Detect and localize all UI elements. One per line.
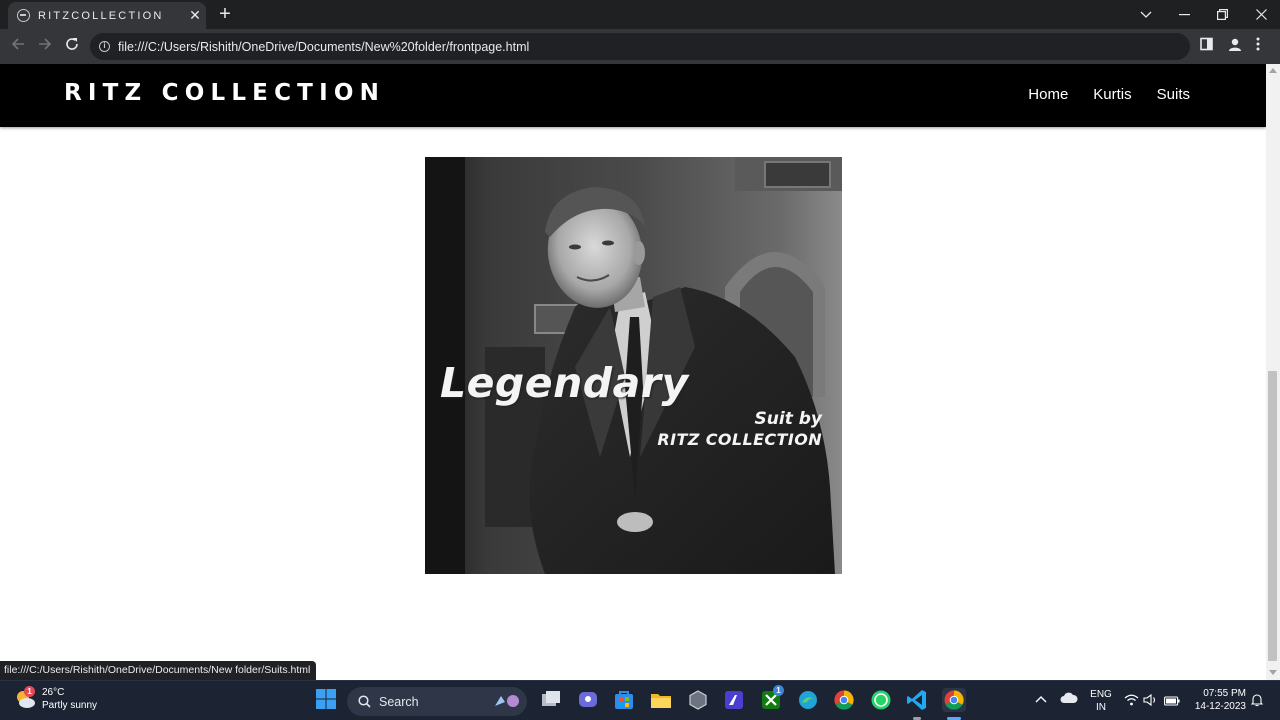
weather-temp: 26°C xyxy=(42,687,65,698)
site-header: RITZ COLLECTION Home Kurtis Suits xyxy=(0,64,1266,127)
start-windows-icon[interactable] xyxy=(315,688,339,712)
hero-title: Legendary xyxy=(440,359,689,407)
search-highlight-icon xyxy=(495,695,519,707)
wifi-icon[interactable] xyxy=(1124,693,1140,707)
edge-icon[interactable] xyxy=(796,688,820,712)
vscode-icon[interactable] xyxy=(905,688,929,712)
profile-icon[interactable] xyxy=(1227,37,1245,55)
minimize-button[interactable] xyxy=(1165,0,1203,29)
taskbar-clock[interactable]: 07:55 PM 14-12-2023 xyxy=(1190,687,1246,713)
close-window-button[interactable] xyxy=(1242,0,1280,29)
windows-taskbar: 1 26°C Partly sunny Search 1 ENG IN 07:5… xyxy=(0,680,1280,720)
browser-toolbar: i file:///C:/Users/Rishith/OneDrive/Docu… xyxy=(0,29,1280,64)
file-explorer-icon[interactable] xyxy=(649,688,673,712)
browser-tab-bar: RITZCOLLECTION ✕ + xyxy=(0,0,1280,29)
nav-link-kurtis[interactable]: Kurtis xyxy=(1093,86,1131,103)
onedrive-cloud-icon[interactable] xyxy=(1060,691,1078,707)
nav-link-home[interactable]: Home xyxy=(1028,86,1068,103)
scroll-up-arrow-icon[interactable] xyxy=(1269,68,1277,73)
xbox-badge: 1 xyxy=(773,685,784,696)
app-pen-icon[interactable] xyxy=(722,688,746,712)
weather-badge: 1 xyxy=(24,686,35,697)
tab-close-icon[interactable]: ✕ xyxy=(184,7,206,24)
chrome-active-icon[interactable] xyxy=(942,688,966,712)
restore-button[interactable] xyxy=(1203,0,1241,29)
site-brand[interactable]: RITZ COLLECTION xyxy=(64,80,385,106)
scroll-down-arrow-icon[interactable] xyxy=(1269,670,1277,675)
link-status-bubble: file:///C:/Users/Rishith/OneDrive/Docume… xyxy=(0,661,317,680)
weather-desc: Partly sunny xyxy=(42,700,98,711)
microsoft-store-icon[interactable] xyxy=(612,688,636,712)
tab-search-chevron-icon[interactable] xyxy=(1127,0,1165,29)
hero-brand: RITZ COLLECTION xyxy=(657,430,822,449)
language-top: ENG xyxy=(1090,689,1112,700)
teams-chat-icon[interactable] xyxy=(576,688,600,712)
clock-time: 07:55 PM xyxy=(1203,688,1246,699)
site-nav: Home Kurtis Suits xyxy=(1028,86,1190,103)
url-text[interactable]: file:///C:/Users/Rishith/OneDrive/Docume… xyxy=(118,40,529,54)
browser-tab[interactable]: RITZCOLLECTION ✕ xyxy=(8,2,206,29)
reload-button[interactable] xyxy=(62,37,82,57)
chrome-icon[interactable] xyxy=(832,688,856,712)
app-hexagon-icon[interactable] xyxy=(686,688,710,712)
show-hidden-icons-chevron-icon[interactable] xyxy=(1034,691,1050,707)
xbox-icon[interactable]: 1 xyxy=(759,685,784,712)
web-page: RITZ COLLECTION Home Kurtis Suits Legend… xyxy=(0,64,1266,680)
whatsapp-icon[interactable] xyxy=(869,688,893,712)
nav-link-suits[interactable]: Suits xyxy=(1157,86,1190,103)
hero-image-link[interactable]: Legendary Suit by RITZ COLLECTION xyxy=(425,157,842,574)
forward-button[interactable] xyxy=(35,37,55,57)
search-icon xyxy=(358,695,371,708)
new-tab-button[interactable]: + xyxy=(215,3,235,25)
page-scrollbar[interactable] xyxy=(1266,64,1280,680)
partly-sunny-icon: 1 xyxy=(14,686,36,710)
clock-date: 14-12-2023 xyxy=(1194,701,1246,712)
menu-kebab-icon[interactable] xyxy=(1256,37,1274,55)
site-info-icon[interactable]: i xyxy=(99,41,110,52)
globe-icon xyxy=(17,9,30,22)
battery-icon[interactable] xyxy=(1164,693,1182,707)
hero-subtitle: Suit by xyxy=(754,409,822,429)
search-label: Search xyxy=(379,694,419,709)
back-button[interactable] xyxy=(8,37,28,57)
address-bar[interactable]: i file:///C:/Users/Rishith/OneDrive/Docu… xyxy=(90,33,1190,60)
volume-icon[interactable] xyxy=(1143,693,1159,707)
language-indicator[interactable]: ENG IN xyxy=(1090,688,1112,714)
weather-widget[interactable]: 1 26°C Partly sunny xyxy=(14,686,97,712)
scroll-thumb[interactable] xyxy=(1268,371,1277,661)
taskbar-search[interactable]: Search xyxy=(347,687,527,716)
side-panel-icon[interactable] xyxy=(1200,37,1218,55)
language-bottom: IN xyxy=(1096,702,1106,713)
tab-title: RITZCOLLECTION xyxy=(38,9,164,22)
task-view-icon[interactable] xyxy=(539,688,563,712)
notification-bell-icon[interactable] xyxy=(1250,693,1265,709)
